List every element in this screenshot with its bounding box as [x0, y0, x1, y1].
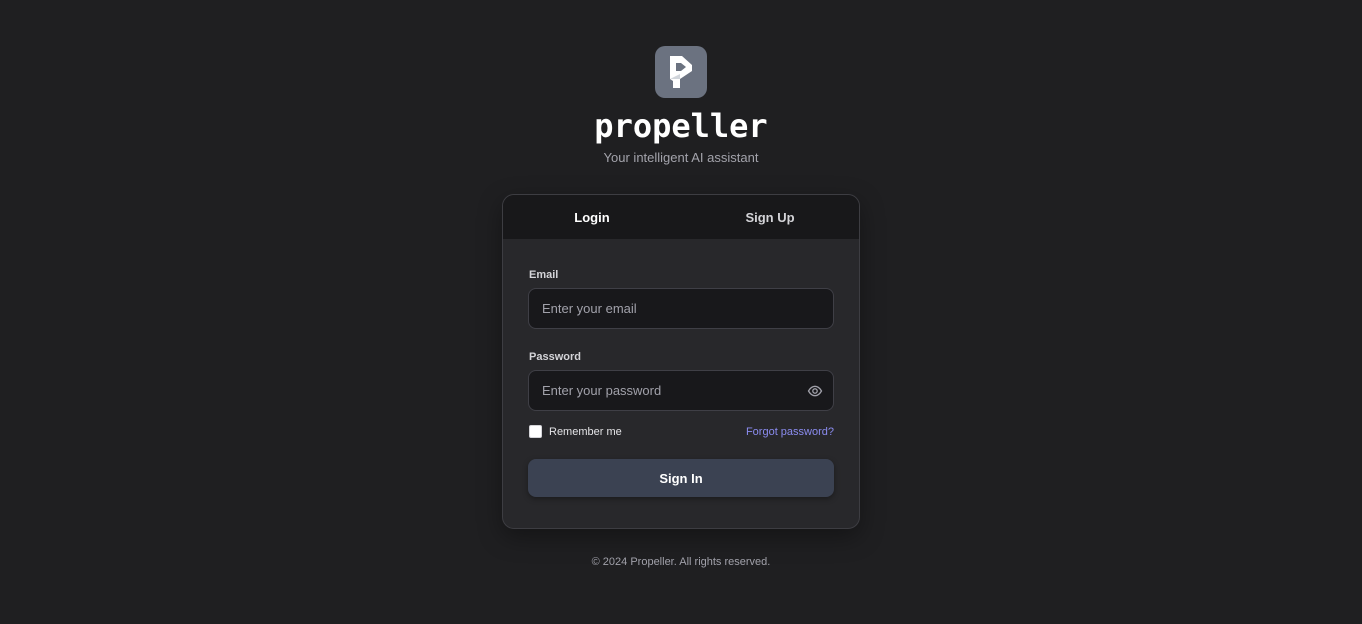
sign-in-button[interactable]: Sign In: [528, 459, 834, 497]
remember-me-checkbox[interactable]: [529, 425, 542, 438]
tab-login[interactable]: Login: [503, 195, 681, 239]
email-field-wrapper: [528, 288, 834, 329]
brand-tagline: Your intelligent AI assistant: [603, 150, 759, 165]
remember-me-label: Remember me: [549, 425, 622, 438]
remember-me: Remember me: [529, 425, 622, 438]
tab-sign-up[interactable]: Sign Up: [681, 195, 859, 239]
email-field[interactable]: [529, 289, 792, 328]
email-label: Email: [529, 269, 559, 281]
password-field[interactable]: [529, 371, 792, 410]
login-page: propeller Your intelligent AI assistant …: [0, 0, 1362, 624]
footer-copyright: © 2024 Propeller. All rights reserved.: [591, 556, 771, 568]
auth-card: Login Sign Up Email Password Remember me…: [502, 194, 860, 529]
forgot-password-link[interactable]: Forgot password?: [746, 426, 834, 438]
password-label: Password: [529, 351, 581, 363]
brand-name: propeller: [594, 107, 768, 145]
propeller-logo-icon: [655, 46, 707, 98]
eye-icon[interactable]: [807, 383, 823, 399]
password-field-wrapper: [528, 370, 834, 411]
auth-tabs: Login Sign Up: [503, 195, 859, 239]
